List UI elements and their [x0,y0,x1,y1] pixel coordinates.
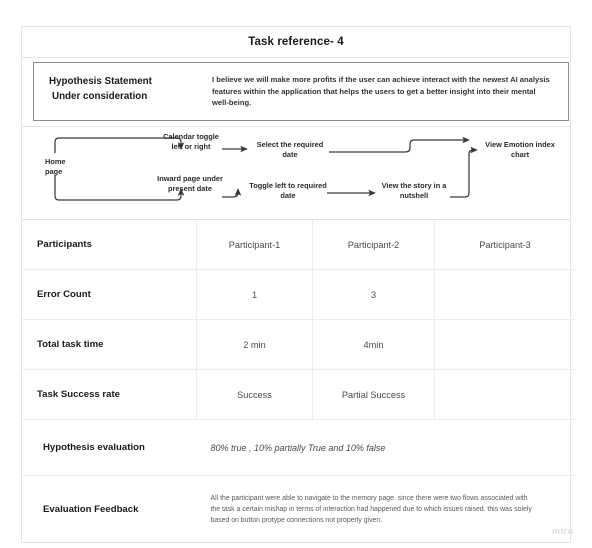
hypothesis-section: Hypothesis Statement Under consideration… [22,58,570,127]
cell-participant-2: Participant-2 [312,219,435,270]
user-flow-diagram: Home page Calendar toggle left or right … [22,127,570,220]
cell-value: 3 [370,289,377,300]
flow-node-view-emotion-chart: View Emotion index chart [485,139,555,160]
arrow-select-date-to-emotion [329,136,470,153]
row-label-cell: Total task time [22,319,197,370]
task-reference-card: Task reference- 4 Hypothesis Statement U… [21,26,575,543]
arrow-story-to-emotion [450,146,478,198]
cell-participant-2: 4min [312,319,435,370]
hypothesis-evaluation-value: 80% true , 10% partially True and 10% fa… [210,442,386,453]
table-row-hypothesis-evaluation: Hypothesis evaluation 80% true , 10% par… [22,419,575,476]
flow-node-calendar-toggle: Calendar toggle left or right [163,131,219,152]
page-title: Task reference- 4 [248,36,344,48]
cell-participant-1: Participant-1 [196,219,313,270]
hypothesis-statement-text: I believe we will make more profits if t… [212,75,550,108]
hypothesis-label-line1: Hypothesis Statement [49,76,152,87]
flow-node-home-page-line1: Home [45,156,66,166]
hypothesis-label-line2: Under consideration [52,91,148,102]
miro-watermark: miro [552,526,574,536]
table-row: Total task time 2 min 4min [22,319,575,370]
table-row: Participants Participant-1 Participant-2… [22,219,576,270]
cell-participant-3: Participant-3 [435,220,576,270]
row-label: Participants [37,239,92,251]
cell-value: 1 [251,289,258,300]
cell-participant-3 [434,319,575,370]
flow-node-view-story: View the story in a nutshell [381,180,447,201]
row-label: Hypothesis evaluation [43,442,145,454]
cell-participant-2: Partial Success [312,369,435,420]
row-label-cell: Hypothesis evaluation [22,419,197,476]
arrow-inward-to-toggle [222,188,242,198]
cell-value: Participant-2 [347,239,400,250]
cell-value: 2 min [243,339,266,350]
flow-node-home-page: Home page [45,157,87,178]
results-table: Participants Participant-1 Participant-2… [22,219,576,542]
row-label-cell: Error Count [22,269,197,320]
flow-node-home-page-line2: page [45,167,63,177]
table-row: Task Success rate Success Partial Succes… [22,369,575,420]
cell-participant-2: 3 [312,269,435,320]
cell-participant-1: Success [196,369,313,420]
row-label-cell: Participants [22,219,197,270]
flow-node-select-date: Select the required date [256,139,324,160]
cell-value: Participant-1 [228,239,281,250]
hypothesis-label: Hypothesis Statement Under consideration [34,74,212,104]
cell-value: Partial Success [341,389,406,400]
cell-participant-1: 2 min [196,319,313,370]
cell-participant-3 [434,369,575,420]
flow-node-inward-page: Inward page under present date [157,173,223,194]
row-label: Evaluation Feedback [43,503,139,515]
table-row-evaluation-feedback: Evaluation Feedback All the participant … [22,475,575,542]
evaluation-feedback-cell: All the participant were able to navigat… [196,475,575,542]
card-title-row: Task reference- 4 [22,27,570,58]
hypothesis-evaluation-cell: 80% true , 10% partially True and 10% fa… [196,419,575,476]
cell-participant-3 [434,269,575,320]
evaluation-feedback-value: All the participant were able to navigat… [210,494,532,524]
row-label: Error Count [37,289,91,301]
hypothesis-box: Hypothesis Statement Under consideration… [33,62,569,121]
cell-value: 4min [363,339,384,350]
row-label-cell: Evaluation Feedback [22,475,197,542]
table-row: Error Count 1 3 [22,269,575,320]
row-label: Total task time [37,339,104,351]
row-label: Task Success rate [37,389,121,401]
row-label-cell: Task Success rate [22,369,197,420]
cell-participant-1: 1 [196,269,313,320]
flow-node-toggle-left: Toggle left to required date [249,180,327,201]
cell-value: Participant-3 [479,239,531,250]
cell-value: Success [237,389,272,400]
